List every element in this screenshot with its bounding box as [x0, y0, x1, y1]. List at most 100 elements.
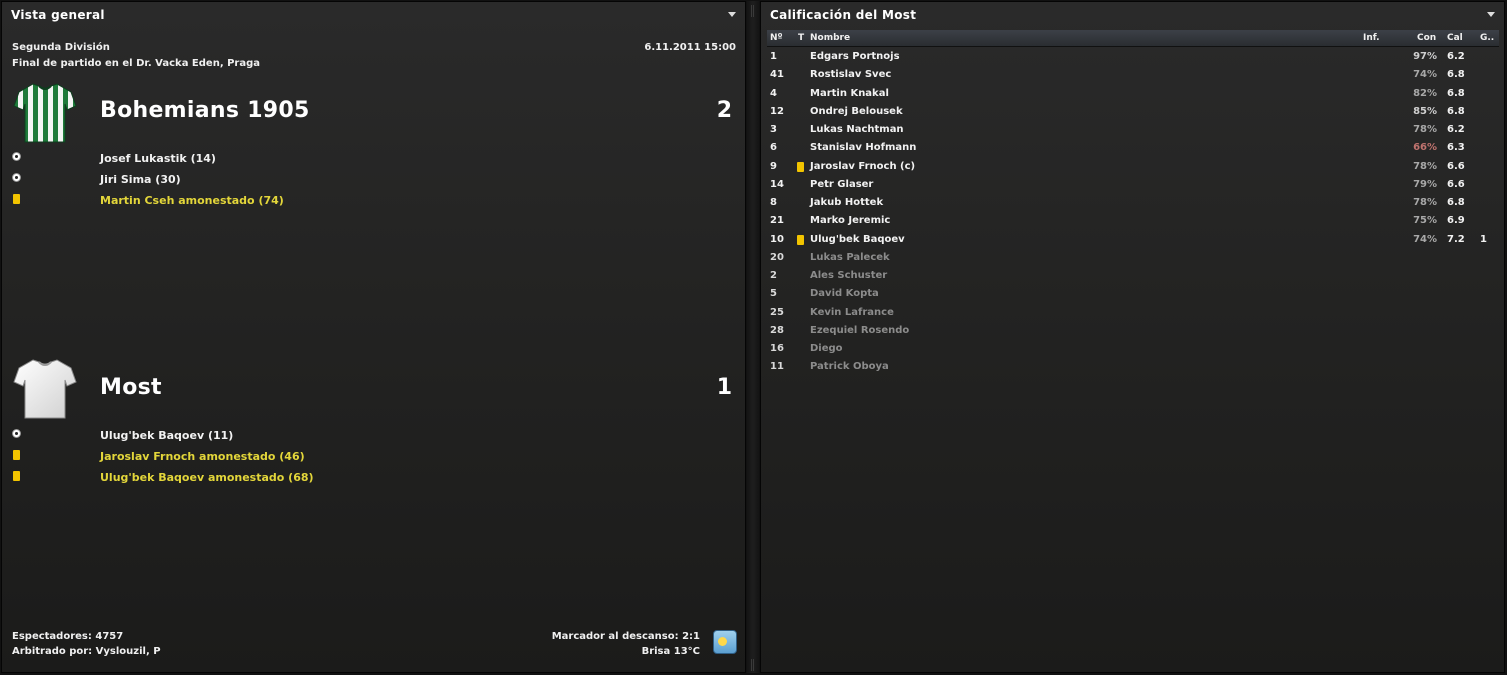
- player-name[interactable]: Ulug'bek Baqoev: [810, 234, 905, 245]
- player-name[interactable]: Diego: [810, 343, 843, 354]
- player-rating: 6.2: [1447, 51, 1465, 62]
- goal-ball-icon: [12, 429, 21, 438]
- player-number: 21: [770, 215, 784, 227]
- home-event-3[interactable]: Martin Cseh amonestado (74): [100, 194, 284, 207]
- player-name[interactable]: David Kopta: [810, 288, 879, 299]
- player-rating: 6.2: [1447, 124, 1465, 135]
- splitter-grip-icon: [751, 659, 754, 671]
- table-row[interactable]: 5 David Kopta: [767, 285, 1499, 303]
- table-row[interactable]: 25 Kevin Lafrance: [767, 304, 1499, 322]
- player-name[interactable]: Jakub Hottek: [810, 197, 883, 208]
- table-row[interactable]: 14 Petr Glaser 79% 6.6: [767, 176, 1499, 194]
- player-name[interactable]: Petr Glaser: [810, 179, 873, 190]
- table-row[interactable]: 2 Ales Schuster: [767, 267, 1499, 285]
- player-rating: 6.8: [1447, 105, 1465, 117]
- player-name[interactable]: Martin Knakal: [810, 88, 889, 99]
- col-cal[interactable]: Cal: [1447, 33, 1463, 43]
- player-number: 11: [770, 361, 784, 373]
- yellow-card-icon: [797, 234, 804, 245]
- yellow-card-icon: [13, 471, 20, 481]
- player-name[interactable]: Marko Jeremic: [810, 215, 890, 226]
- col-goals[interactable]: G..: [1480, 33, 1494, 43]
- yellow-card-icon: [13, 194, 20, 204]
- player-condition: 82%: [1413, 87, 1437, 99]
- overview-header: Vista general: [2, 2, 745, 29]
- table-row[interactable]: 3 Lukas Nachtman 78% 6.2: [767, 121, 1499, 139]
- player-rating: 6.6: [1447, 160, 1465, 172]
- player-number: 14: [770, 178, 784, 190]
- table-row[interactable]: 16 Diego: [767, 340, 1499, 358]
- player-rating: 7.2: [1447, 233, 1465, 245]
- player-name[interactable]: Lukas Nachtman: [810, 124, 904, 135]
- table-row[interactable]: 4 Martin Knakal 82% 6.8: [767, 85, 1499, 103]
- player-number: 5: [770, 288, 777, 300]
- player-name[interactable]: Rostislav Svec: [810, 69, 891, 80]
- weather-text: Brisa 13°C: [641, 646, 700, 657]
- table-row[interactable]: 11 Patrick Oboya: [767, 358, 1499, 376]
- away-score: 1: [716, 375, 732, 400]
- player-number: 20: [770, 251, 784, 263]
- referee[interactable]: Arbitrado por: Vyslouzil, P: [12, 646, 161, 657]
- table-row[interactable]: 20 Lukas Palecek: [767, 249, 1499, 267]
- player-condition: 97%: [1413, 51, 1437, 62]
- col-name[interactable]: Nombre: [810, 33, 850, 43]
- player-name[interactable]: Stanislav Hofmann: [810, 142, 916, 153]
- table-row[interactable]: 10 Ulug'bek Baqoev 74% 7.2 1: [767, 231, 1499, 249]
- player-rating: 6.8: [1447, 197, 1465, 208]
- col-t[interactable]: T: [798, 33, 804, 43]
- away-event-3[interactable]: Ulug'bek Baqoev amonestado (68): [100, 471, 314, 484]
- player-name[interactable]: Kevin Lafrance: [810, 307, 894, 318]
- ratings-dropdown-icon[interactable]: [1487, 12, 1495, 17]
- player-number: 3: [770, 124, 777, 135]
- table-row[interactable]: 41 Rostislav Svec 74% 6.8: [767, 66, 1499, 84]
- table-row[interactable]: 6 Stanislav Hofmann 66% 6.3: [767, 139, 1499, 157]
- player-condition: 79%: [1413, 178, 1437, 190]
- competition-name[interactable]: Segunda División: [12, 42, 110, 53]
- player-number: 1: [770, 51, 777, 62]
- match-venue: Final de partido en el Dr. Vacka Eden, P…: [12, 58, 261, 69]
- away-team-name[interactable]: Most: [100, 375, 162, 400]
- ratings-title: Calificación del Most: [770, 8, 917, 22]
- player-number: 41: [770, 69, 784, 81]
- col-con[interactable]: Con: [1417, 33, 1436, 43]
- player-number: 4: [770, 87, 777, 99]
- player-name[interactable]: Ales Schuster: [810, 270, 887, 281]
- goal-ball-icon: [12, 152, 21, 161]
- player-name[interactable]: Jaroslav Frnoch (c): [810, 161, 915, 172]
- player-name[interactable]: Ondrej Belousek: [810, 106, 903, 117]
- player-number: 9: [770, 160, 777, 172]
- ratings-header: Calificación del Most: [761, 2, 1504, 29]
- overview-dropdown-icon[interactable]: [728, 12, 736, 17]
- player-condition: 78%: [1413, 124, 1437, 135]
- table-row[interactable]: 28 Ezequiel Rosendo: [767, 322, 1499, 340]
- player-number: 28: [770, 324, 784, 336]
- home-shirt-icon: [13, 83, 77, 143]
- player-condition: 78%: [1413, 197, 1437, 208]
- player-name[interactable]: Edgars Portnojs: [810, 51, 900, 62]
- player-condition: 74%: [1413, 69, 1437, 81]
- table-row[interactable]: 8 Jakub Hottek 78% 6.8: [767, 194, 1499, 212]
- player-number: 12: [770, 105, 784, 117]
- col-inf[interactable]: Inf.: [1363, 33, 1380, 43]
- table-row[interactable]: 21 Marko Jeremic 75% 6.9: [767, 212, 1499, 230]
- player-number: 2: [770, 270, 777, 281]
- player-condition: 74%: [1413, 233, 1437, 245]
- ratings-table-header: Nº T Nombre Inf. Con Cal G..: [767, 30, 1499, 47]
- player-rating: 6.9: [1447, 215, 1465, 227]
- panel-splitter[interactable]: [747, 1, 759, 673]
- player-name[interactable]: Ezequiel Rosendo: [810, 325, 909, 336]
- table-row[interactable]: 1 Edgars Portnojs 97% 6.2: [767, 48, 1499, 66]
- away-shirt-icon: [13, 359, 77, 419]
- home-team-name[interactable]: Bohemians 1905: [100, 98, 310, 123]
- home-event-1[interactable]: Josef Lukastik (14): [100, 152, 216, 165]
- player-name[interactable]: Patrick Oboya: [810, 361, 889, 372]
- table-row[interactable]: 12 Ondrej Belousek 85% 6.8: [767, 103, 1499, 121]
- home-score: 2: [716, 98, 732, 123]
- home-event-2[interactable]: Jiri Sima (30): [100, 173, 181, 186]
- player-rating: 6.3: [1447, 142, 1465, 154]
- away-event-1[interactable]: Ulug'bek Baqoev (11): [100, 429, 233, 442]
- away-event-2[interactable]: Jaroslav Frnoch amonestado (46): [100, 450, 305, 463]
- player-name[interactable]: Lukas Palecek: [810, 252, 890, 263]
- col-number[interactable]: Nº: [770, 33, 783, 43]
- table-row[interactable]: 9 Jaroslav Frnoch (c) 78% 6.6: [767, 158, 1499, 176]
